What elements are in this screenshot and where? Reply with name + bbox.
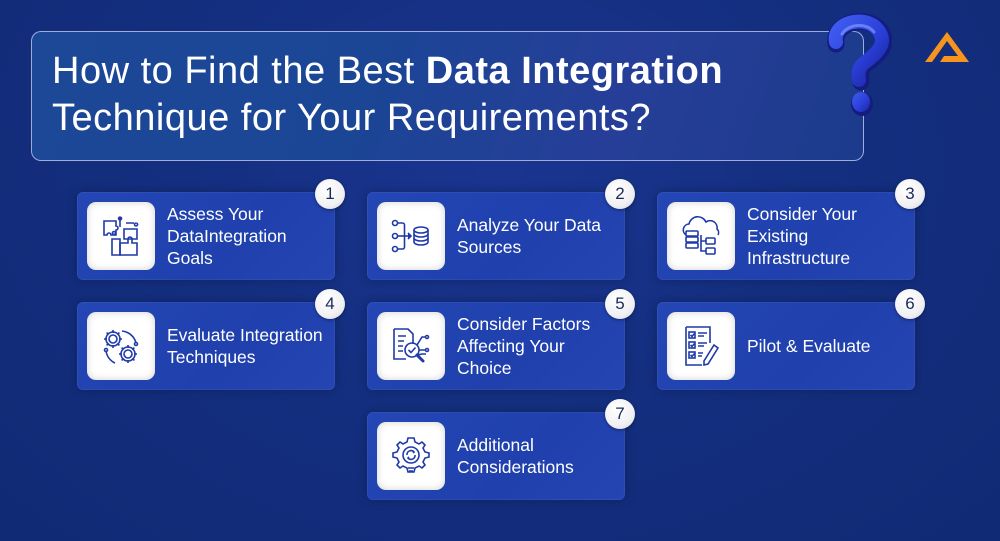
icon-box xyxy=(667,202,735,270)
step-number-badge: 7 xyxy=(605,399,635,429)
step-label: Additional Considerations xyxy=(457,435,574,477)
document-check-search-icon xyxy=(393,328,430,363)
title-plain: How to Find the Best xyxy=(52,50,426,92)
step-card-3: Consider Your Existing Infrastructure 3 xyxy=(657,179,925,280)
step-number-badge: 3 xyxy=(895,179,925,209)
step-number-badge: 6 xyxy=(895,289,925,319)
step-number-badge: 1 xyxy=(315,179,345,209)
step-number-badge: 5 xyxy=(605,289,635,319)
step-label: Evaluate Integration Techniques xyxy=(167,325,323,367)
gears-icon xyxy=(103,330,139,364)
cloud-server-icon xyxy=(682,216,720,255)
icon-box xyxy=(377,202,445,270)
step-number-badge: 2 xyxy=(605,179,635,209)
title-line-1: How to Find the Best Data Integration xyxy=(52,50,723,93)
gear-bulb-icon xyxy=(392,437,430,473)
step-card-1: Assess Your DataIntegration Goals 1 xyxy=(77,179,345,280)
step-card-7: Additional Considerations 7 xyxy=(367,399,635,500)
step-card-5: Consider Factors Affecting Your Choice 5 xyxy=(367,289,635,390)
step-label: Consider Your Existing Infrastructure xyxy=(747,204,857,268)
title-line-2: Technique for Your Requirements? xyxy=(52,97,652,139)
title-bold: Data Integration xyxy=(425,50,724,92)
icon-box xyxy=(667,312,735,380)
checklist-pen-icon xyxy=(685,326,720,367)
question-mark-icon xyxy=(827,13,892,116)
icon-box xyxy=(377,312,445,380)
puzzle-network-icon xyxy=(103,216,139,256)
icon-box xyxy=(377,422,445,490)
icon-box xyxy=(87,202,155,270)
step-card-2: Analyze Your Data Sources 2 xyxy=(367,179,635,280)
icon-box xyxy=(87,312,155,380)
step-label: Assess Your DataIntegration Goals xyxy=(167,204,287,268)
database-merge-icon xyxy=(391,219,429,253)
step-number-badge: 4 xyxy=(315,289,345,319)
triangle-logo-icon xyxy=(925,32,969,62)
step-card-4: Evaluate Integration Techniques 4 xyxy=(77,289,345,390)
step-card-6: Pilot & Evaluate 6 xyxy=(657,289,925,390)
step-label: Consider Factors Affecting Your Choice xyxy=(457,314,591,378)
step-label: Pilot & Evaluate xyxy=(747,336,871,356)
step-label: Analyze Your Data Sources xyxy=(457,215,601,257)
